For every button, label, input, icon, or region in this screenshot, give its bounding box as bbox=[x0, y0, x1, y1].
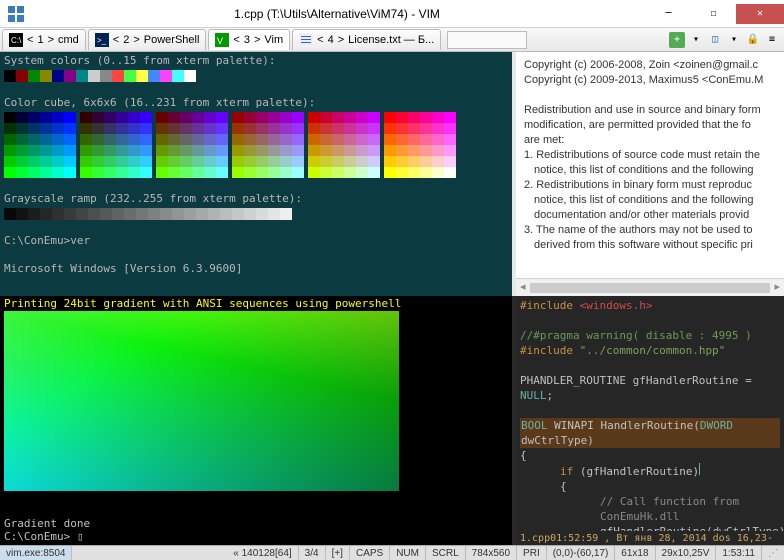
pane-cmd[interactable]: System colors (0..15 from xterm palette)… bbox=[0, 52, 512, 296]
status-process: vim.exe:8504 bbox=[0, 546, 72, 560]
minimize-button[interactable]: ─ bbox=[646, 4, 691, 24]
lock-icon[interactable]: 🔒 bbox=[745, 32, 761, 48]
tab-vim[interactable]: V<3> Vim bbox=[208, 29, 290, 50]
license-line: Copyright (c) 2009-2013, Maximus5 <ConEm… bbox=[524, 73, 776, 88]
tab-powershell[interactable]: >_<2> PowerShell bbox=[88, 29, 207, 50]
status-seg: 3/4 bbox=[299, 546, 326, 560]
license-line: Copyright (c) 2006-2008, Zoin <zoinen@gm… bbox=[524, 58, 776, 73]
status-bar: vim.exe:8504 « 140128[64] 3/4 [+] CAPS N… bbox=[0, 545, 784, 560]
status-size: 784x560 bbox=[466, 546, 517, 560]
window-title: 1.cpp (T:\Utils\Alternative\ViM74) - VIM bbox=[28, 7, 646, 21]
tab-license[interactable]: <4> License.txt — Б... bbox=[292, 29, 441, 50]
split-icon[interactable]: ◫ bbox=[707, 32, 723, 48]
license-line: notice, this list of conditions and the … bbox=[524, 163, 776, 178]
grayscale-row bbox=[4, 208, 508, 220]
tab-search-input[interactable] bbox=[447, 31, 527, 49]
app-icon bbox=[4, 2, 28, 26]
toolbar-right: + ▾ ◫ ▾ 🔒 ≡ bbox=[669, 32, 780, 48]
pwsh-title: Printing 24bit gradient with ANSI sequen… bbox=[0, 296, 512, 311]
status-resize-grip[interactable]: ⋰ bbox=[762, 546, 784, 560]
tab-bar: C:\<1> cmd >_<2> PowerShell V<3> Vim <4>… bbox=[0, 28, 784, 52]
status-coords: (0,0)-(60,17) bbox=[547, 546, 616, 560]
color-cube-row bbox=[4, 112, 508, 178]
notepad-icon bbox=[299, 33, 313, 47]
dropdown-icon[interactable]: ▾ bbox=[688, 32, 704, 48]
pwsh-prompt-area: Gradient done C:\ConEmu> ▯ bbox=[4, 517, 90, 543]
license-line: notice, this list of conditions and the … bbox=[524, 193, 776, 208]
license-line: documentation and/or other materials pro… bbox=[524, 208, 776, 223]
cmd-prompt: C:\ConEmu>ver bbox=[4, 234, 508, 248]
license-line: 3. The name of the authors may not be us… bbox=[524, 223, 776, 238]
license-scrollbar[interactable]: ◂▸ bbox=[516, 278, 784, 296]
pane-license[interactable]: Copyright (c) 2006-2008, Zoin <zoinen@gm… bbox=[512, 52, 784, 296]
license-line: 2. Redistributions in binary form must r… bbox=[524, 178, 776, 193]
status-grid: 61x18 bbox=[615, 546, 655, 560]
status-seg: « 140128[64] bbox=[227, 546, 298, 560]
dropdown2-icon[interactable]: ▾ bbox=[726, 32, 742, 48]
cmd-grayscale-label: Grayscale ramp (232..255 from xterm pale… bbox=[4, 192, 508, 206]
status-caps: CAPS bbox=[350, 546, 390, 560]
cmd-syscolors-label: System colors (0..15 from xterm palette)… bbox=[4, 54, 508, 68]
pane-vim-code[interactable]: #include <windows.h> //#pragma warning( … bbox=[512, 296, 784, 545]
license-line: are met: bbox=[524, 133, 776, 148]
svg-text:>_: >_ bbox=[97, 36, 107, 45]
cmd-icon: C:\ bbox=[9, 33, 23, 47]
menu-icon[interactable]: ≡ bbox=[764, 32, 780, 48]
pwsh-prompt: C:\ConEmu> ▯ bbox=[4, 530, 90, 543]
status-clock: 1:53:11 bbox=[716, 546, 762, 560]
cmd-colorcube-label: Color cube, 6x6x6 (16..231 from xterm pa… bbox=[4, 96, 508, 110]
status-num: NUM bbox=[390, 546, 426, 560]
pane-powershell[interactable]: Printing 24bit gradient with ANSI sequen… bbox=[0, 296, 512, 545]
license-line: Redistribution and use in source and bin… bbox=[524, 103, 776, 118]
svg-text:V: V bbox=[217, 36, 223, 46]
system-colors-row bbox=[4, 70, 508, 82]
cursor bbox=[699, 463, 700, 475]
titlebar: 1.cpp (T:\Utils\Alternative\ViM74) - VIM… bbox=[0, 0, 784, 28]
status-scrl: SCRL bbox=[426, 546, 466, 560]
powershell-icon: >_ bbox=[95, 33, 109, 47]
license-line: modification, are permitted provided tha… bbox=[524, 118, 776, 133]
close-button[interactable]: ✕ bbox=[736, 4, 784, 24]
vim-pragma-comment: //#pragma warning( disable : 4995 ) bbox=[520, 328, 780, 343]
vim-statusline: 1.cpp 01:52:59 , Вт янв 28, 2014 dos 16,… bbox=[520, 531, 784, 545]
cmd-version-output: Microsoft Windows [Version 6.3.9600] bbox=[4, 262, 508, 276]
new-tab-button[interactable]: + bbox=[669, 32, 685, 48]
license-line: 1. Redistributions of source code must r… bbox=[524, 148, 776, 163]
gradient-output bbox=[4, 311, 399, 491]
status-cell: 29x10,25V bbox=[656, 546, 717, 560]
vim-icon: V bbox=[215, 33, 229, 47]
license-line: derived from this software without speci… bbox=[524, 238, 776, 253]
tab-cmd[interactable]: C:\<1> cmd bbox=[2, 29, 86, 50]
maximize-button[interactable]: ☐ bbox=[691, 4, 736, 24]
svg-text:C:\: C:\ bbox=[11, 36, 22, 45]
pwsh-done: Gradient done bbox=[4, 517, 90, 530]
status-pri: PRI bbox=[517, 546, 547, 560]
status-seg: [+] bbox=[326, 546, 350, 560]
